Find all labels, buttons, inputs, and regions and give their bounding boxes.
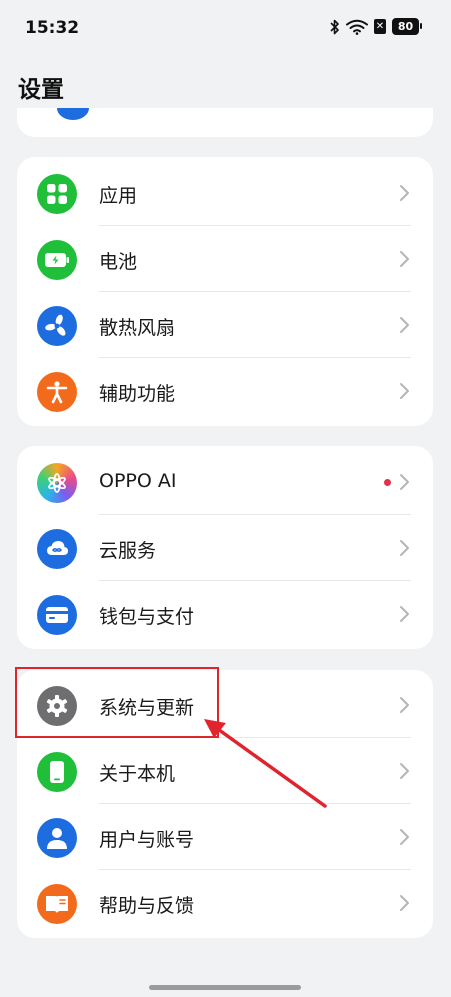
settings-item-help-feedback[interactable]: 帮助与反馈 [17,870,433,936]
wifi-icon [346,19,368,35]
wallet-icon [37,595,77,635]
apps-grid-icon [37,174,77,214]
chevron-right-icon [400,251,409,267]
settings-item-label: 应用 [99,185,138,207]
chevron-right-icon [400,895,409,911]
chevron-right-icon [400,383,409,399]
settings-item-about-phone[interactable]: 关于本机 [17,738,433,804]
status-time: 15:32 [25,18,80,38]
new-badge-dot [384,479,391,486]
status-icons: ✕ 80 [330,18,422,35]
settings-item-apps[interactable]: 应用 [17,160,433,226]
page-title: 设置 [18,77,64,103]
settings-group-previous [17,108,433,137]
annotation-highlight-box [15,667,219,738]
accessibility-icon [37,372,77,412]
oppo-ai-icon [37,463,77,503]
chevron-right-icon [400,474,409,490]
settings-item-wallet[interactable]: 钱包与支付 [17,581,433,647]
settings-item-users-accounts[interactable]: 用户与账号 [17,804,433,870]
settings-item-label: 帮助与反馈 [99,895,195,917]
user-icon [37,818,77,858]
settings-item-cloud[interactable]: 云服务 [17,515,433,581]
chevron-right-icon [400,763,409,779]
settings-item-label: 钱包与支付 [99,606,195,628]
bluetooth-icon [330,19,339,34]
no-sim-icon: ✕ [374,19,386,34]
chevron-right-icon [400,697,409,713]
fan-icon [37,306,77,346]
settings-group-1: 应用 电池 散热风扇 辅助功能 [17,157,433,426]
chevron-right-icon [400,606,409,622]
settings-item-label: 电池 [99,251,138,273]
chevron-right-icon [400,540,409,556]
settings-item-label: 关于本机 [99,763,176,785]
chevron-right-icon [400,317,409,333]
status-bar: 15:32 ✕ 80 [0,0,451,58]
previous-item-icon [57,108,89,120]
settings-item-fan[interactable]: 散热风扇 [17,292,433,358]
chevron-right-icon [400,185,409,201]
settings-item-label: 散热风扇 [99,317,176,339]
chevron-right-icon [400,829,409,845]
settings-item-oppo-ai[interactable]: OPPO AI [17,449,433,515]
phone-icon [37,752,77,792]
settings-item-label: 辅助功能 [99,383,176,405]
battery-indicator: 80 [392,18,422,35]
settings-item-label: 用户与账号 [99,829,195,851]
help-book-icon [37,884,77,924]
settings-item-label: 云服务 [99,540,157,562]
settings-item-label: OPPO AI [99,470,177,492]
battery-icon [37,240,77,280]
cloud-icon [37,529,77,569]
settings-item-accessibility[interactable]: 辅助功能 [17,358,433,424]
home-indicator[interactable] [149,985,301,990]
settings-item-battery[interactable]: 电池 [17,226,433,292]
settings-group-2: OPPO AI 云服务 钱包与支付 [17,446,433,649]
